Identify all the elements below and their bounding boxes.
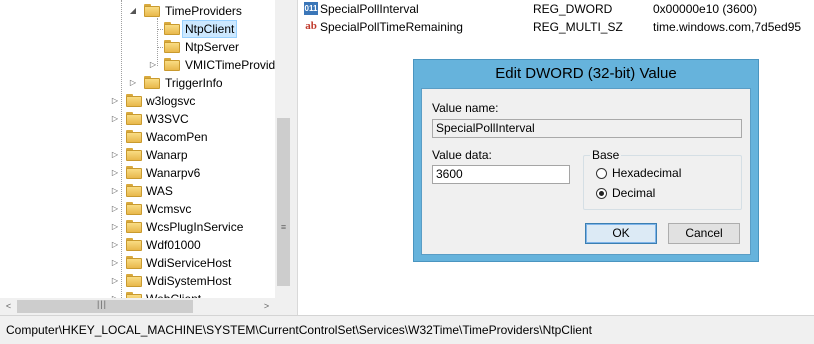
value-type: REG_MULTI_SZ — [533, 20, 623, 34]
tree-vertical-scrollbar[interactable]: ≡ — [275, 0, 292, 298]
expand-arrow-icon[interactable]: ▷ — [110, 164, 120, 182]
cancel-button[interactable]: Cancel — [668, 223, 740, 244]
scroll-left-icon[interactable]: < — [0, 298, 17, 315]
status-bar: Computer\HKEY_LOCAL_MACHINE\SYSTEM\Curre… — [0, 315, 814, 344]
expand-arrow-icon[interactable]: ▷ — [128, 74, 138, 92]
value-name-field: SpecialPollInterval — [432, 119, 742, 138]
tree-item-label: WacomPen — [146, 130, 208, 144]
expand-arrow-icon[interactable]: ▷ — [110, 110, 120, 128]
expand-arrow-icon[interactable]: ▷ — [110, 272, 120, 290]
registry-path: Computer\HKEY_LOCAL_MACHINE\SYSTEM\Curre… — [6, 323, 592, 337]
folder-icon — [164, 40, 180, 53]
tree-item-label: Wanarpv6 — [146, 166, 201, 180]
folder-icon — [126, 94, 142, 107]
decimal-label[interactable]: Decimal — [612, 186, 655, 200]
base-label: Base — [590, 148, 622, 162]
tree-item-label: WcsPlugInService — [146, 220, 244, 234]
folder-icon — [126, 256, 142, 269]
folder-icon — [164, 22, 180, 35]
radio-selected-dot — [599, 191, 604, 196]
decimal-radio[interactable] — [596, 188, 607, 199]
value-data-label: Value data: — [432, 148, 492, 162]
folder-icon — [126, 202, 142, 215]
tree-item-label: WebClient — [146, 290, 201, 298]
dialog-client-area: Value name: SpecialPollInterval Value da… — [421, 88, 751, 255]
scroll-right-icon[interactable]: > — [258, 298, 275, 315]
expand-arrow-icon[interactable]: ▷ — [110, 200, 120, 218]
tree-item-label: NtpClient — [182, 20, 238, 38]
folder-icon — [126, 238, 142, 251]
value-name: SpecialPollTimeRemaining — [320, 20, 463, 34]
folder-icon — [126, 166, 142, 179]
tree-item-label: Wcmsvc — [146, 202, 192, 216]
value-data: 0x00000e10 (3600) — [653, 2, 758, 16]
hexadecimal-radio[interactable] — [596, 168, 607, 179]
base-groupbox: Base — [583, 148, 742, 210]
folder-icon — [144, 76, 160, 89]
tree-item-label: TriggerInfo — [165, 76, 223, 90]
expand-arrow-icon[interactable]: ▷ — [148, 56, 158, 74]
registry-tree[interactable]: ◢ TimeProviders NtpClient NtpServer ▷ VM… — [0, 0, 275, 298]
binary-value-icon: 011 — [304, 2, 318, 15]
value-data-input[interactable]: 3600 — [432, 165, 570, 184]
scrollbar-corner — [275, 298, 292, 315]
hexadecimal-label[interactable]: Hexadecimal — [612, 166, 681, 180]
folder-icon — [126, 274, 142, 287]
tree-item-label: TimeProviders — [165, 4, 242, 18]
expand-arrow-icon[interactable]: ▷ — [110, 218, 120, 236]
tree-item-label: w3logsvc — [146, 94, 196, 108]
collapse-arrow-icon[interactable]: ◢ — [128, 2, 138, 20]
expand-arrow-icon[interactable]: ▷ — [110, 290, 120, 298]
ok-button[interactable]: OK — [585, 223, 657, 244]
list-item[interactable]: ab SpecialPollTimeRemaining REG_MULTI_SZ… — [298, 18, 814, 36]
folder-icon — [126, 184, 142, 197]
expand-arrow-icon[interactable]: ▷ — [110, 182, 120, 200]
value-type: REG_DWORD — [533, 2, 613, 16]
expand-arrow-icon[interactable]: ▷ — [110, 146, 120, 164]
expand-arrow-icon[interactable]: ▷ — [110, 92, 120, 110]
scroll-grip-icon: ≡ — [280, 222, 287, 232]
tree-item-label: WAS — [146, 184, 173, 198]
tree-item-label: W3SVC — [146, 112, 189, 126]
scrollbar-thumb[interactable] — [277, 118, 290, 286]
edit-dword-dialog: Edit DWORD (32-bit) Value Value name: Sp… — [413, 59, 759, 262]
value-name: SpecialPollInterval — [320, 2, 419, 16]
string-value-icon: ab — [305, 20, 317, 32]
tree-connector — [121, 0, 122, 298]
list-item[interactable]: 011 SpecialPollInterval REG_DWORD 0x0000… — [298, 0, 814, 18]
expand-arrow-icon[interactable]: ▷ — [110, 254, 120, 272]
value-name-label: Value name: — [432, 101, 499, 115]
tree-item-label: VMICTimeProvid — [185, 58, 275, 72]
folder-icon — [126, 220, 142, 233]
tree-item-label: WdiSystemHost — [146, 274, 232, 288]
folder-icon — [126, 130, 142, 143]
expand-arrow-icon[interactable]: ▷ — [110, 236, 120, 254]
tree-item-label: Wdf01000 — [146, 238, 201, 252]
value-data: time.windows.com,7d5ed95 — [653, 20, 802, 34]
tree-item-label: WdiServiceHost — [146, 256, 232, 270]
folder-icon — [144, 4, 160, 17]
folder-icon — [126, 148, 142, 161]
scroll-grip-icon: ||| — [97, 299, 108, 309]
folder-icon — [164, 58, 180, 71]
tree-item-label: NtpServer — [185, 40, 240, 54]
tree-item-label: Wanarp — [146, 148, 188, 162]
folder-icon — [126, 112, 142, 125]
tree-horizontal-scrollbar[interactable]: < ||| > — [0, 298, 275, 315]
dialog-title: Edit DWORD (32-bit) Value — [495, 65, 677, 82]
